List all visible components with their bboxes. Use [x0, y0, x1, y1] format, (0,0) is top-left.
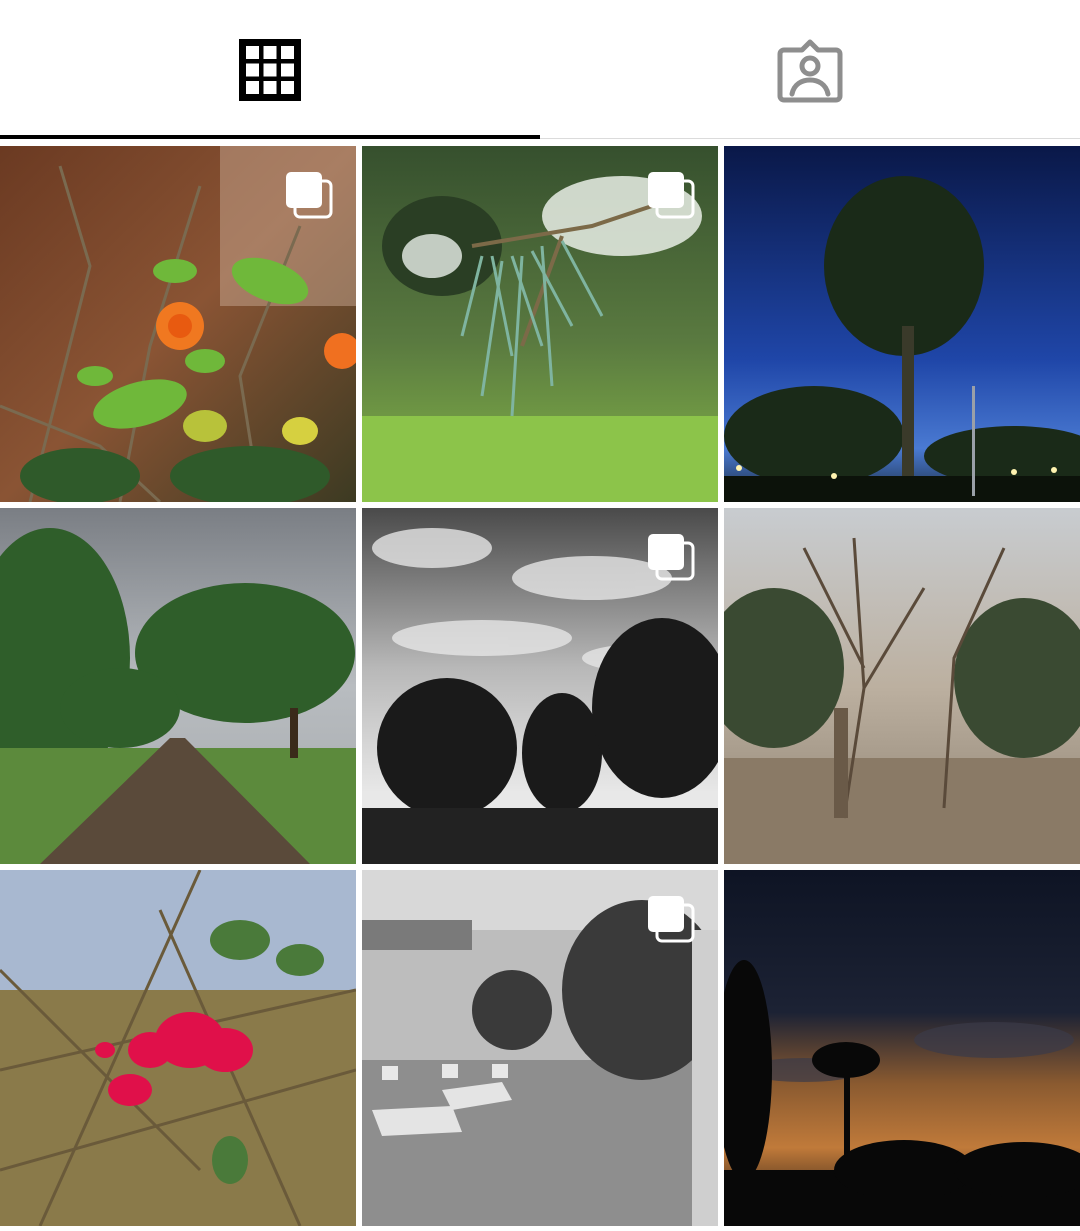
post-thumbnail[interactable]	[724, 870, 1080, 1226]
photo-bare-trees	[724, 508, 1080, 864]
multiple-photos-icon	[648, 172, 695, 219]
multiple-photos-icon	[648, 534, 695, 581]
post-thumbnail[interactable]	[0, 508, 356, 864]
multiple-photos-icon	[648, 896, 695, 943]
post-thumbnail[interactable]	[362, 508, 718, 864]
post-thumbnail[interactable]	[362, 146, 718, 502]
profile-posts-screen	[0, 0, 1080, 1231]
post-thumbnail[interactable]	[0, 146, 356, 502]
tab-tagged[interactable]	[540, 0, 1080, 140]
photo-tree-road	[0, 508, 356, 864]
post-thumbnail[interactable]	[724, 146, 1080, 502]
photo-palm-sunset	[724, 870, 1080, 1226]
post-thumbnail[interactable]	[0, 870, 356, 1226]
tagged-person-icon	[776, 36, 844, 104]
profile-tab-bar	[0, 0, 1080, 140]
photo-bougainvillea	[0, 870, 356, 1226]
multiple-photos-icon	[286, 172, 333, 219]
grid-icon	[239, 39, 301, 101]
selected-tab-indicator	[0, 135, 540, 139]
tab-bar-divider	[540, 138, 1080, 139]
tab-posts-grid[interactable]	[0, 0, 540, 140]
photo-tree-night	[724, 146, 1080, 502]
post-thumbnail[interactable]	[362, 870, 718, 1226]
post-thumbnail[interactable]	[724, 508, 1080, 864]
